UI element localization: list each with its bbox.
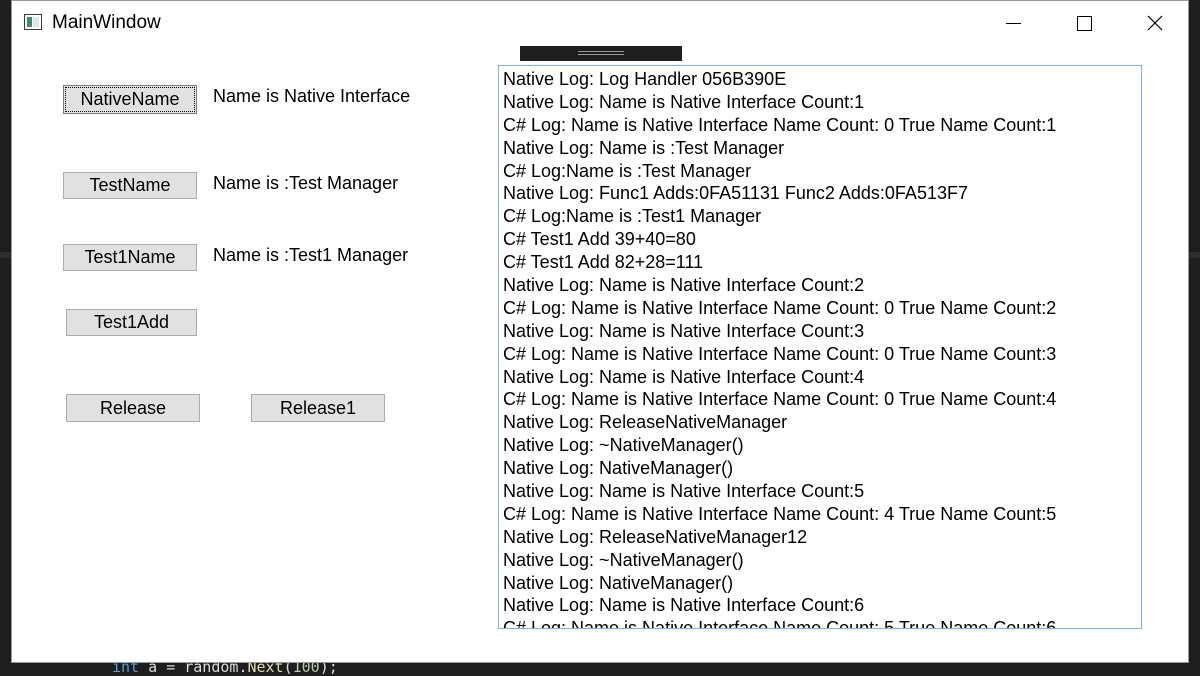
title-bar[interactable]: MainWindow [12, 1, 1188, 45]
app-window-icon[interactable] [24, 14, 42, 30]
log-line[interactable]: Native Log: ReleaseNativeManager12 [503, 526, 1056, 549]
log-line[interactable]: C# Test1 Add 82+28=111 [503, 251, 1056, 274]
log-line[interactable]: Native Log: ~NativeManager() [503, 549, 1056, 572]
window-title: MainWindow [52, 12, 161, 33]
log-line[interactable]: Native Log: NativeManager() [503, 572, 1056, 595]
test1-name-button[interactable]: Test1Name [63, 244, 197, 271]
test-name-label: Name is :Test Manager [213, 173, 399, 193]
log-line[interactable]: C# Log: Name is Native Interface Name Co… [503, 343, 1056, 366]
log-line[interactable]: Native Log: Name is :Test Manager [503, 137, 1056, 160]
test1-name-label: Name is :Test1 Manager [213, 245, 409, 265]
log-line[interactable]: C# Log: Name is Native Interface Name Co… [503, 297, 1056, 320]
main-window: MainWindow NativeName Name is Native Int… [11, 0, 1189, 663]
log-line[interactable]: C# Log:Name is :Test1 Manager [503, 205, 1056, 228]
log-listbox[interactable]: Native Log: Log Handler 056B390E Native L… [498, 65, 1142, 629]
log-line[interactable]: Native Log: Name is Native Interface Cou… [503, 480, 1056, 503]
log-list: Native Log: Log Handler 056B390E Native L… [503, 68, 1056, 628]
log-line[interactable]: Native Log: ~NativeManager() [503, 434, 1056, 457]
log-line[interactable]: Native Log: Name is Native Interface Cou… [503, 91, 1056, 114]
log-line[interactable]: Native Log: NativeManager() [503, 457, 1056, 480]
log-line[interactable]: C# Log: Name is Native Interface Name Co… [503, 388, 1056, 411]
native-name-button[interactable]: NativeName [63, 85, 197, 114]
close-icon [1147, 15, 1163, 31]
test1-add-button[interactable]: Test1Add [66, 309, 197, 336]
log-line[interactable]: C# Log: Name is Native Interface Name Co… [503, 114, 1056, 137]
maximize-button[interactable] [1049, 1, 1119, 45]
log-line[interactable]: Native Log: ReleaseNativeManager [503, 411, 1056, 434]
log-line[interactable]: Native Log: Func1 Adds:0FA51131 Func2 Ad… [503, 182, 1056, 205]
minimize-button[interactable] [978, 1, 1048, 45]
log-line[interactable]: Native Log: Log Handler 056B390E [503, 68, 1056, 91]
test-name-button[interactable]: TestName [63, 172, 197, 199]
log-line[interactable]: C# Test1 Add 39+40=80 [503, 228, 1056, 251]
log-line[interactable]: C# Log: Name is Native Interface Name Co… [503, 617, 1056, 628]
release-button[interactable]: Release [66, 394, 200, 422]
log-line[interactable]: Native Log: Name is Native Interface Cou… [503, 594, 1056, 617]
log-line[interactable]: C# Log: Name is Native Interface Name Co… [503, 503, 1056, 526]
log-line[interactable]: C# Log:Name is :Test Manager [503, 160, 1056, 183]
close-button[interactable] [1120, 1, 1190, 45]
native-name-label: Name is Native Interface [213, 86, 411, 106]
log-line[interactable]: Native Log: Name is Native Interface Cou… [503, 274, 1056, 297]
release1-button[interactable]: Release1 [251, 394, 385, 422]
log-line[interactable]: Native Log: Name is Native Interface Cou… [503, 320, 1056, 343]
log-line[interactable]: Native Log: Name is Native Interface Cou… [503, 366, 1056, 389]
splitter-grip[interactable] [520, 46, 682, 61]
